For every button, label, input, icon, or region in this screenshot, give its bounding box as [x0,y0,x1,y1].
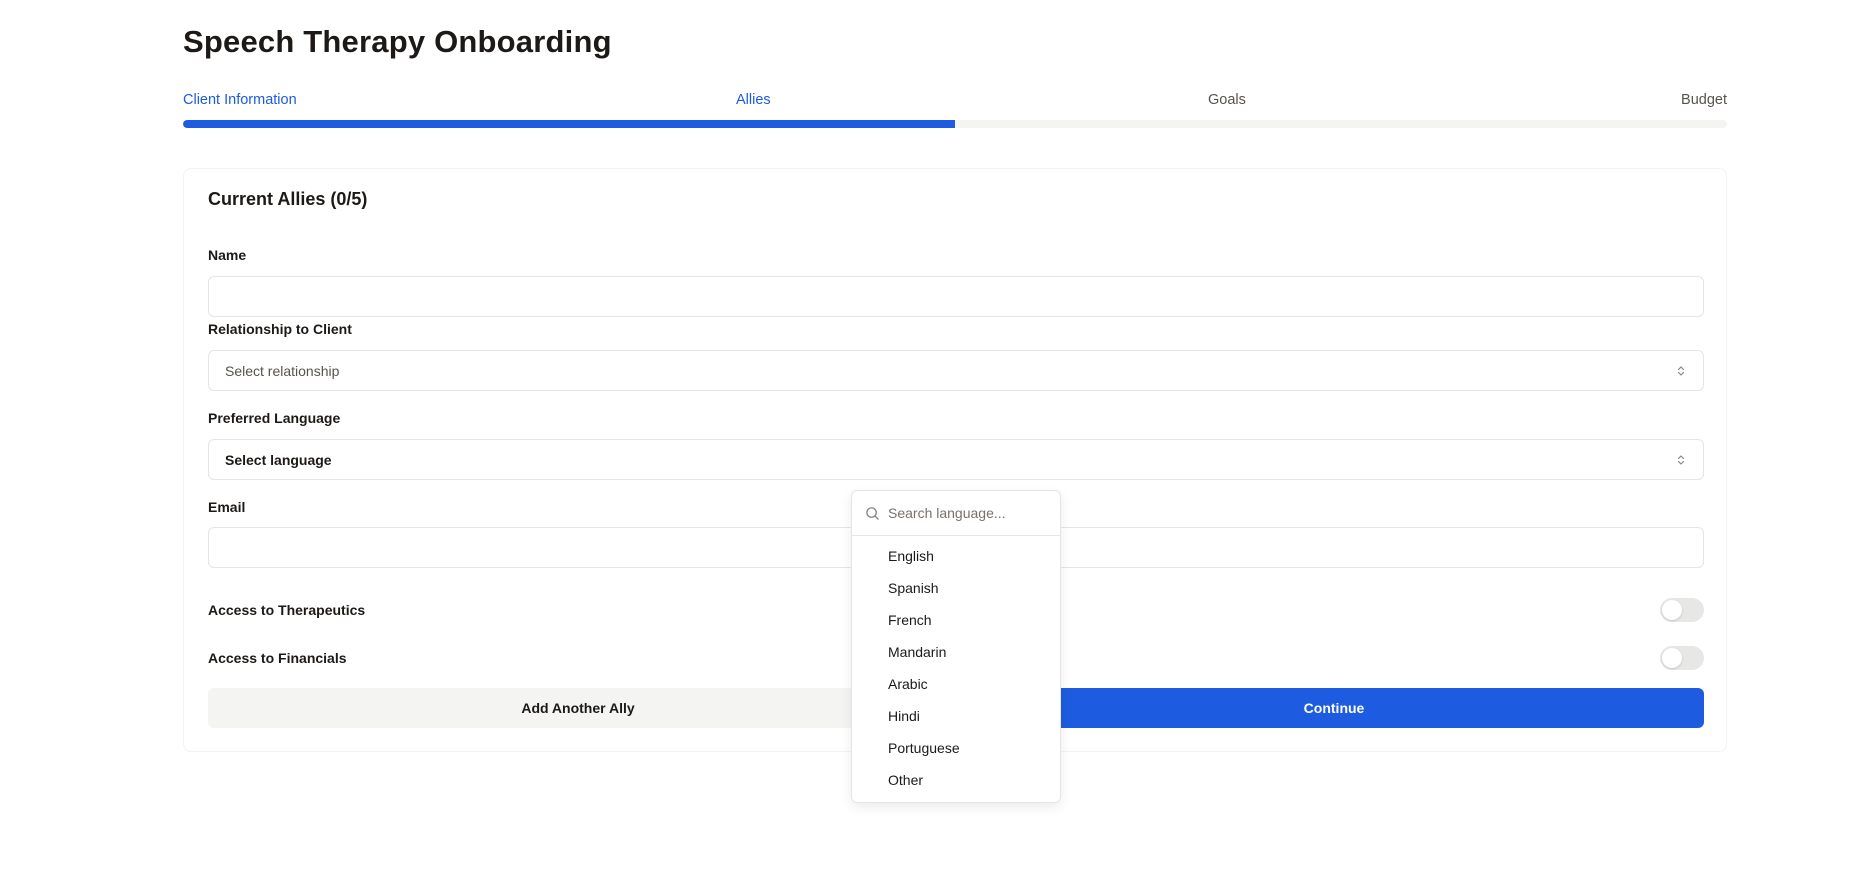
language-option-other[interactable]: Other [852,764,1060,796]
therapeutics-toggle[interactable] [1660,598,1704,622]
language-dropdown: English Spanish French Mandarin Arabic H… [851,490,1061,803]
language-select-placeholder: Select language [225,451,332,468]
chevrons-up-down-icon [1675,453,1687,467]
language-option-hindi[interactable]: Hindi [852,700,1060,732]
search-icon [865,506,880,521]
step-budget[interactable]: Budget [1681,92,1727,108]
relationship-label: Relationship to Client [208,321,352,337]
add-another-ally-button[interactable]: Add Another Ally [208,688,948,728]
financials-toggle-label: Access to Financials [208,650,347,666]
continue-button[interactable]: Continue [964,688,1704,728]
language-option-arabic[interactable]: Arabic [852,668,1060,700]
language-option-french[interactable]: French [852,604,1060,636]
progress-fill [183,120,955,128]
relationship-select-placeholder: Select relationship [225,362,340,379]
language-search-input[interactable] [888,505,1048,521]
language-option-portuguese[interactable]: Portuguese [852,732,1060,764]
language-option-spanish[interactable]: Spanish [852,572,1060,604]
page-title: Speech Therapy Onboarding [183,24,612,59]
onboarding-stepper: Client Information Allies Goals Budget [183,92,1727,128]
stepper-labels: Client Information Allies Goals Budget [183,92,1727,116]
email-label: Email [208,499,246,515]
name-label: Name [208,247,247,263]
toggle-knob [1662,648,1682,668]
language-select[interactable]: Select language [208,439,1704,480]
language-options-list: English Spanish French Mandarin Arabic H… [852,536,1060,796]
chevrons-up-down-icon [1675,364,1687,378]
step-goals[interactable]: Goals [1208,92,1246,108]
financials-toggle[interactable] [1660,646,1704,670]
name-input[interactable] [208,276,1704,317]
section-title: Current Allies (0/5) [208,189,368,209]
language-option-mandarin[interactable]: Mandarin [852,636,1060,668]
therapeutics-toggle-label: Access to Therapeutics [208,602,366,618]
relationship-select[interactable]: Select relationship [208,350,1704,391]
step-allies[interactable]: Allies [736,92,771,108]
toggle-knob [1662,600,1682,620]
step-client-information[interactable]: Client Information [183,92,297,108]
language-search [852,491,1060,536]
language-label: Preferred Language [208,410,341,426]
language-option-english[interactable]: English [852,540,1060,572]
progress-bar [183,120,1727,128]
